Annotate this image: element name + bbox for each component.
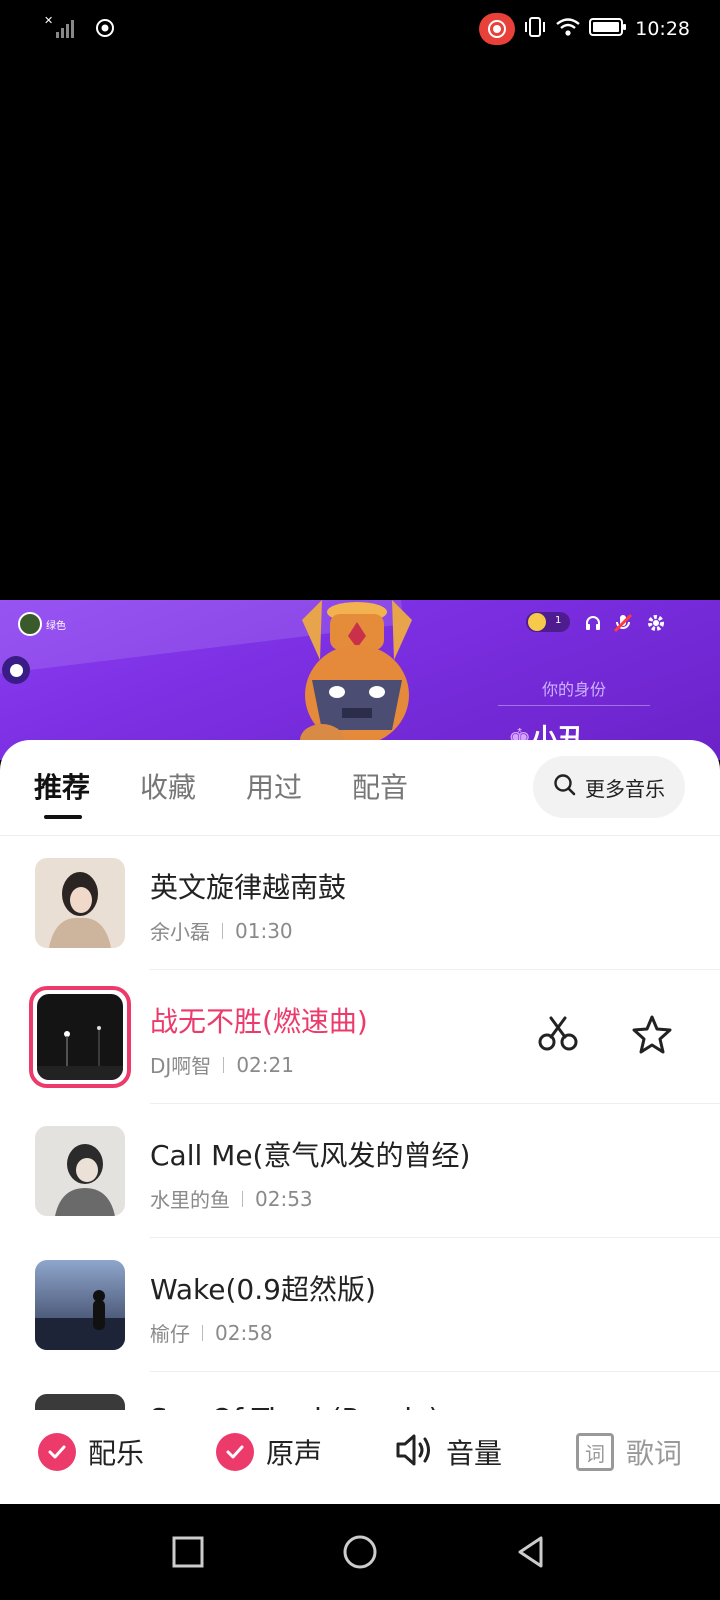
song-row-active[interactable]: 战无不胜(燃速曲) DJ啊智 02:21 <box>0 970 720 1104</box>
favorite-button[interactable] <box>628 1012 676 1060</box>
star-icon <box>632 1014 672 1058</box>
song-duration: 01:30 <box>235 918 293 943</box>
scissors-icon <box>537 1016 579 1056</box>
floating-button[interactable] <box>2 656 30 684</box>
more-music-button[interactable]: 更多音乐 <box>533 756 685 818</box>
song-artist: 余小磊 <box>150 920 210 944</box>
volume-button[interactable]: 音量 <box>394 1432 502 1472</box>
signal-off-icon: ✕ <box>44 14 74 46</box>
headphones-icon[interactable] <box>582 612 604 634</box>
meta-divider <box>222 922 223 939</box>
hotspot-icon <box>94 17 116 43</box>
music-toggle[interactable]: 配乐 <box>38 1432 144 1472</box>
song-title: 战无不胜(燃速曲) <box>150 1005 368 1038</box>
song-row[interactable]: Wake(0.9超然版) 榆仔 02:58 <box>0 1238 720 1372</box>
game-area: 绿色 1 你的身份 ♚小丑 <box>0 600 720 760</box>
tab-bar: 推荐 收藏 用过 配音 更多音乐 <box>0 740 720 836</box>
meta-divider <box>202 1324 203 1341</box>
mic-muted-icon[interactable] <box>612 612 634 634</box>
album-cover <box>35 1126 125 1216</box>
more-music-label: 更多音乐 <box>585 776 665 801</box>
song-duration: 02:58 <box>215 1320 273 1345</box>
song-meta: DJ啊智 02:21 <box>150 1050 294 1079</box>
meta-divider <box>223 1056 225 1073</box>
recent-apps-button[interactable] <box>168 1532 208 1572</box>
coin-icon <box>528 613 546 631</box>
album-cover <box>35 858 125 948</box>
meta-divider <box>242 1190 243 1207</box>
tab-dubbing[interactable]: 配音 <box>352 766 408 806</box>
song-title: Sea Of Tired (Remix) <box>150 1402 440 1410</box>
vibrate-icon <box>523 16 547 42</box>
tab-recommend[interactable]: 推荐 <box>34 766 90 806</box>
song-meta: 水里的鱼 02:53 <box>150 1184 313 1213</box>
original-sound-toggle[interactable]: 原声 <box>216 1432 322 1472</box>
navigation-bar <box>0 1504 720 1600</box>
album-cover <box>29 986 131 1088</box>
lyrics-label: 歌词 <box>626 1437 683 1470</box>
song-row[interactable]: Call Me(意气风发的曾经) 水里的鱼 02:53 <box>0 1104 720 1238</box>
lyrics-button[interactable]: 词 歌词 <box>576 1432 682 1472</box>
speaker-icon <box>394 1432 434 1472</box>
song-artist: 榆仔 <box>150 1322 190 1346</box>
screen-record-icon[interactable] <box>479 13 516 45</box>
status-bar: ✕ 10:28 <box>0 0 720 58</box>
home-button[interactable] <box>340 1532 380 1572</box>
song-meta: 余小磊 01:30 <box>150 916 293 945</box>
tab-indicator <box>44 815 82 819</box>
song-artist: 水里的鱼 <box>150 1188 230 1212</box>
song-title: Call Me(意气风发的曾经) <box>150 1139 471 1172</box>
song-row[interactable]: Sea Of Tired (Remix) <box>0 1372 720 1410</box>
song-duration: 02:21 <box>236 1052 294 1077</box>
music-sheet: 推荐 收藏 用过 配音 更多音乐 英文旋律越南鼓 余小磊 01:30 战无不胜(… <box>0 740 720 1504</box>
tab-used[interactable]: 用过 <box>246 766 302 806</box>
divider <box>498 705 650 706</box>
identity-label: 你的身份 <box>541 680 606 699</box>
player-name: 绿色 <box>46 621 66 632</box>
volume-label: 音量 <box>446 1437 503 1470</box>
lyrics-icon-glyph: 词 <box>585 1441 605 1466</box>
song-title: Wake(0.9超然版) <box>150 1273 376 1306</box>
search-icon <box>553 773 577 801</box>
coin-count: 1 <box>555 615 562 626</box>
album-cover <box>35 1394 125 1410</box>
music-toggle-label: 配乐 <box>88 1437 145 1470</box>
battery-icon <box>589 17 627 41</box>
back-button[interactable] <box>512 1532 552 1572</box>
svg-text:✕: ✕ <box>44 14 53 27</box>
lyrics-icon: 词 <box>576 1433 614 1471</box>
song-meta: 榆仔 02:58 <box>150 1318 273 1347</box>
song-artist: DJ啊智 <box>150 1054 212 1078</box>
clock: 10:28 <box>635 18 690 40</box>
bottom-controls: 配乐 原声 音量 词 歌词 <box>0 1410 720 1504</box>
avatar[interactable] <box>18 612 42 636</box>
song-row[interactable]: 英文旋律越南鼓 余小磊 01:30 <box>0 836 720 970</box>
check-icon <box>38 1433 76 1471</box>
song-list[interactable]: 英文旋律越南鼓 余小磊 01:30 战无不胜(燃速曲) DJ啊智 02:21 C… <box>0 836 720 1410</box>
check-icon <box>216 1433 254 1471</box>
character-illustration <box>300 600 412 756</box>
wifi-icon <box>555 16 581 42</box>
album-cover <box>35 1260 125 1350</box>
original-sound-label: 原声 <box>266 1437 323 1470</box>
trim-button[interactable] <box>534 1012 582 1060</box>
tab-favorites[interactable]: 收藏 <box>140 766 196 806</box>
song-duration: 02:53 <box>255 1186 313 1211</box>
gear-icon[interactable] <box>645 612 667 634</box>
song-title: 英文旋律越南鼓 <box>150 871 347 904</box>
